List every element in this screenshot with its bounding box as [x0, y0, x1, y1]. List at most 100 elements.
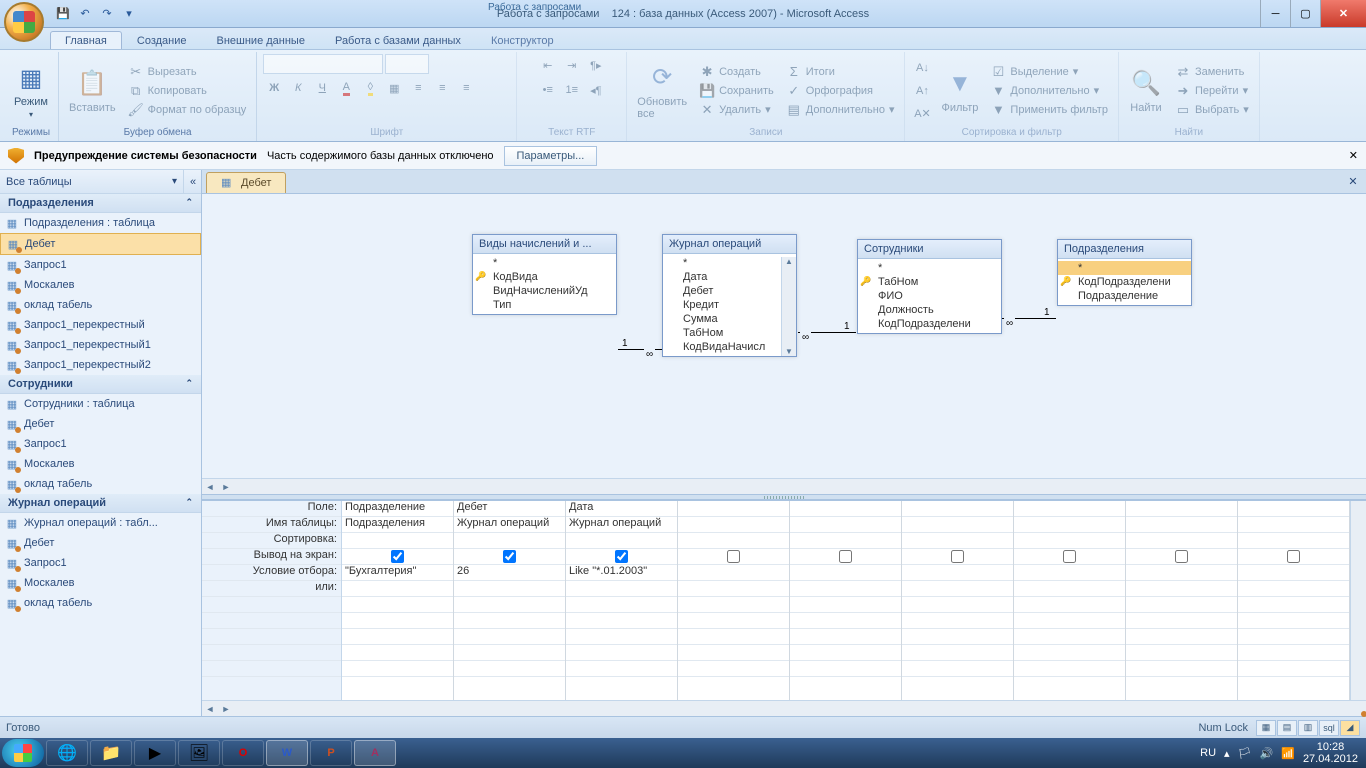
table-cell[interactable] [1126, 517, 1237, 533]
field-item[interactable]: ТабНом [663, 326, 796, 340]
volume-icon[interactable]: 🔊 [1260, 747, 1274, 760]
nav-item[interactable]: Запрос1 [0, 553, 201, 573]
field-item[interactable]: Сумма [663, 312, 796, 326]
design-view-button[interactable]: ◢ [1340, 720, 1360, 736]
network-icon[interactable]: 📶 [1281, 747, 1295, 760]
table-box[interactable]: Журнал операций*ДатаДебетКредитСуммаТабН… [662, 234, 797, 357]
table-cell[interactable] [902, 517, 1013, 533]
refresh-button[interactable]: ⟳ Обновить все [633, 60, 691, 122]
criteria-cell[interactable]: Like "*.01.2003" [566, 565, 677, 581]
or-cell[interactable] [902, 581, 1013, 597]
sql-view-button[interactable]: sql [1319, 720, 1339, 736]
show-checkbox[interactable] [1287, 550, 1300, 563]
align-left-button[interactable]: ≡ [407, 77, 429, 99]
criteria-cell[interactable] [902, 565, 1013, 581]
tab-home[interactable]: Главная [50, 31, 122, 49]
font-color-button[interactable]: А [335, 77, 357, 99]
table-title[interactable]: Подразделения [1058, 240, 1191, 259]
field-cell[interactable] [1014, 501, 1125, 517]
datasheet-view-button[interactable]: ▦ [1256, 720, 1276, 736]
find-button[interactable]: 🔍 Найти [1125, 66, 1167, 116]
table-cell[interactable] [790, 517, 901, 533]
nav-item[interactable]: Дебет [0, 533, 201, 553]
cut-button[interactable]: ✂Вырезать [124, 63, 251, 81]
sort-cell[interactable] [678, 533, 789, 549]
or-cell[interactable] [342, 581, 453, 597]
sort-cell[interactable] [790, 533, 901, 549]
format-painter-button[interactable]: 🖌Формат по образцу [124, 101, 251, 119]
field-item[interactable]: Дебет [663, 284, 796, 298]
grid-column[interactable] [678, 501, 790, 700]
totals-button[interactable]: ΣИтоги [782, 63, 899, 81]
show-checkbox[interactable] [391, 550, 404, 563]
or-cell[interactable] [1014, 581, 1125, 597]
field-cell[interactable] [902, 501, 1013, 517]
field-item[interactable]: КодПодразделени [858, 317, 1001, 331]
field-item[interactable]: Должность [858, 303, 1001, 317]
nav-item[interactable]: Москалев [0, 275, 201, 295]
grid-column[interactable] [1126, 501, 1238, 700]
gridlines-button[interactable]: ▦ [383, 77, 405, 99]
tray-up-icon[interactable]: ▴ [1224, 747, 1230, 760]
new-record-button[interactable]: ✱Создать [695, 63, 778, 81]
grid-column[interactable] [1014, 501, 1126, 700]
show-checkbox[interactable] [1175, 550, 1188, 563]
field-cell[interactable]: Подразделение [342, 501, 453, 517]
sort-cell[interactable] [342, 533, 453, 549]
sort-cell[interactable] [1126, 533, 1237, 549]
security-options-button[interactable]: Параметры... [504, 146, 598, 166]
grid-column[interactable]: Дата Журнал операций Like "*.01.2003" [566, 501, 678, 700]
nav-group-header[interactable]: Сотрудники⌃ [0, 375, 201, 394]
field-item[interactable]: КодВидаНачисл [663, 340, 796, 354]
qat-more-icon[interactable]: ▾ [120, 5, 138, 23]
nav-item[interactable]: Запрос1_перекрестный1 [0, 335, 201, 355]
goto-button[interactable]: ➜Перейти ▾ [1171, 82, 1253, 100]
nav-item[interactable]: Журнал операций : табл... [0, 513, 201, 533]
spelling-button[interactable]: ✓Орфография [782, 82, 899, 100]
field-cell[interactable] [790, 501, 901, 517]
nav-item[interactable]: Запрос1_перекрестный [0, 315, 201, 335]
copy-button[interactable]: ⧉Копировать [124, 82, 251, 100]
document-tab[interactable]: Дебет [206, 172, 286, 193]
align-right-button[interactable]: ≡ [455, 77, 477, 99]
indent-left-button[interactable]: ⇤ [537, 54, 559, 76]
paste-button[interactable]: 📋 Вставить [65, 66, 120, 116]
nav-item[interactable]: Сотрудники : таблица [0, 394, 201, 414]
show-cell[interactable] [902, 549, 1013, 565]
clear-sort-button[interactable]: A✕ [911, 103, 933, 125]
nav-item[interactable]: Запрос1 [0, 255, 201, 275]
sort-cell[interactable] [454, 533, 565, 549]
start-button[interactable] [2, 739, 44, 767]
close-security-button[interactable]: ✕ [1349, 149, 1358, 162]
task-powerpoint[interactable]: P [310, 740, 352, 766]
rtl-button[interactable]: ◂¶ [585, 79, 607, 101]
tab-design[interactable]: Конструктор [476, 31, 569, 49]
sort-cell[interactable] [1014, 533, 1125, 549]
field-item[interactable]: Тип [473, 298, 616, 312]
show-checkbox[interactable] [727, 550, 740, 563]
field-item[interactable]: Подразделение [1058, 289, 1191, 303]
or-cell[interactable] [790, 581, 901, 597]
field-item[interactable]: Дата [663, 270, 796, 284]
maximize-button[interactable]: ▢ [1290, 0, 1320, 27]
tab-create[interactable]: Создание [122, 31, 202, 49]
field-item[interactable]: ВидНачисленийУд [473, 284, 616, 298]
task-opera[interactable]: O [222, 740, 264, 766]
select-button[interactable]: ▭Выбрать ▾ [1171, 101, 1253, 119]
clock[interactable]: 10:2827.04.2012 [1303, 741, 1358, 765]
nav-item[interactable]: Москалев [0, 454, 201, 474]
criteria-cell[interactable] [790, 565, 901, 581]
numbering-button[interactable]: 1≡ [561, 79, 583, 101]
underline-button[interactable]: Ч [311, 77, 333, 99]
field-item[interactable]: * [1058, 261, 1191, 275]
toggle-filter-button[interactable]: ▼Применить фильтр [986, 101, 1112, 119]
show-checkbox[interactable] [503, 550, 516, 563]
table-cell[interactable] [1014, 517, 1125, 533]
show-checkbox[interactable] [951, 550, 964, 563]
sort-asc-button[interactable]: A↓ [911, 57, 933, 79]
more-records-button[interactable]: ▤Дополнительно ▾ [782, 101, 899, 119]
field-cell[interactable] [1238, 501, 1349, 517]
or-cell[interactable] [1126, 581, 1237, 597]
nav-collapse-button[interactable]: « [183, 170, 201, 194]
nav-group-header[interactable]: Подразделения⌃ [0, 194, 201, 213]
